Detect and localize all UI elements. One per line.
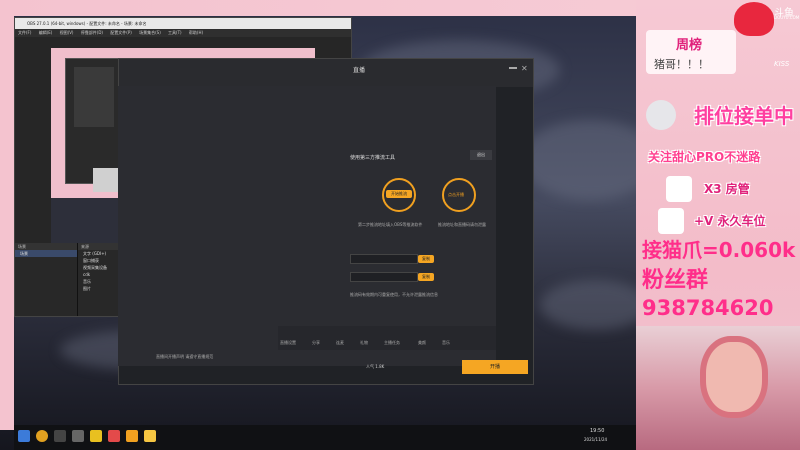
third-party-stream-panel: 使用第三方推流工具 退出 开始推流 点击开播 第二步推流地址填入OBS等推流软件…	[118, 86, 496, 366]
obs-menu-bar: 文件(F) 编辑(E) 视图(V) 停靠部件(D) 配置文件(P) 场景集合(S…	[15, 29, 351, 37]
live-statement: 直播间开播声明 请遵守直播规范	[156, 354, 214, 359]
app-icon[interactable]	[126, 430, 138, 442]
strawberry-icon	[734, 2, 774, 36]
menu-docks[interactable]: 停靠部件(D)	[81, 30, 103, 35]
app-icon[interactable]	[90, 430, 102, 442]
stream-info-panel: 斗鱼 DOUYU.COM KISS 周榜 猪哥！！！ 排位接单中 关注甜心PRO…	[636, 0, 800, 450]
gift-x3-label: X3 房管	[704, 182, 750, 196]
follow-subline: 关注甜心PRO不迷路	[648, 150, 761, 164]
push-note: 推流码有效期内可重复使用，不允许泄露推流信息	[350, 292, 438, 297]
step-two-circle: 点击开播	[442, 178, 476, 212]
scenes-dock: 场景 场景	[15, 243, 78, 316]
fans-group-label: 粉丝群	[642, 268, 709, 293]
menu-edit[interactable]: 编辑(E)	[39, 30, 53, 35]
go-live-button[interactable]: 开播	[462, 360, 528, 374]
tool-item[interactable]: 直播设置	[280, 340, 296, 346]
windows-start-icon[interactable]	[18, 430, 30, 442]
app-icon[interactable]	[144, 430, 156, 442]
scene-item[interactable]: 场景	[15, 250, 77, 257]
step-one-circle: 开始推流	[382, 178, 416, 212]
windows-taskbar: 19:50 2021/11/24	[14, 425, 636, 450]
tool-item[interactable]: 主播任务	[384, 340, 400, 346]
tool-item[interactable]: 礼物	[360, 340, 368, 346]
click-live-label: 点击开播	[448, 192, 464, 197]
step-one-desc: 第二步推流地址填入OBS等推流软件	[358, 222, 423, 227]
step-two-desc: 推流地址和直播码请勿泄露	[438, 222, 486, 227]
menu-file[interactable]: 文件(F)	[18, 30, 31, 35]
menu-view[interactable]: 视图(V)	[60, 30, 74, 35]
gift-v-label: +V 永久车位	[694, 214, 766, 228]
streamer-webcam	[636, 326, 800, 450]
browser-icon[interactable]	[36, 430, 48, 442]
rank-entry: 猪哥！！！	[654, 58, 709, 71]
start-push-button[interactable]: 开始推流	[386, 190, 412, 198]
watermark-sub: DOUYU.COM	[774, 15, 800, 20]
popularity-stat: 人气 1.8K	[366, 364, 385, 369]
menu-help[interactable]: 帮助(H)	[189, 30, 203, 35]
weekly-rank-card: 周榜 猪哥！！！	[646, 30, 736, 74]
copy-key-button[interactable]: 复制	[418, 273, 434, 281]
obs-taskbar-icon[interactable]	[72, 430, 84, 442]
stream-overlay-left	[0, 0, 14, 430]
obs-title-bar[interactable]: OBS 27.0.1 (64-bit, windows) - 配置文件: 未命名…	[15, 18, 351, 29]
live-tool-titlebar[interactable]: 直播 ✕	[119, 59, 533, 87]
tool-item[interactable]: 分享	[312, 340, 320, 346]
minimize-icon[interactable]	[509, 67, 517, 69]
menu-scene-collection[interactable]: 场景集合(S)	[139, 30, 161, 35]
clock-date: 2021/11/24	[584, 437, 608, 442]
copy-url-button[interactable]: 复制	[418, 255, 434, 263]
section-title: 使用第三方推流工具	[350, 155, 396, 161]
close-icon[interactable]: ✕	[521, 64, 528, 73]
scenes-dock-title: 场景	[15, 243, 77, 250]
fans-group-number: 938784620	[642, 296, 774, 320]
streamer-face	[700, 336, 768, 418]
cat-mascot-icon	[646, 100, 676, 130]
live-tool-title: 直播	[353, 67, 366, 74]
push-key-field[interactable]	[350, 272, 418, 282]
clock-time: 19:50	[590, 428, 605, 434]
tool-item[interactable]: 音乐	[442, 340, 450, 346]
car-gift-icon	[658, 208, 684, 234]
menu-profile[interactable]: 配置文件(P)	[110, 30, 132, 35]
exit-third-party-button[interactable]: 退出	[470, 150, 492, 160]
rocket-gift-icon	[666, 176, 692, 202]
order-banner: 排位接单中	[694, 104, 794, 128]
price-text: 接猫爪=0.060k	[642, 238, 796, 262]
push-url-field[interactable]	[350, 254, 418, 264]
live-toolbar: 直播设置 分享 连麦 礼物 主播任务 美颜 音乐	[278, 326, 496, 350]
kiss-text: KISS	[774, 60, 790, 68]
tool-item[interactable]: 美颜	[418, 340, 426, 346]
app-icon[interactable]	[54, 430, 66, 442]
menu-tools[interactable]: 工具(T)	[168, 30, 182, 35]
rank-title: 周榜	[676, 38, 703, 53]
app-icon[interactable]	[108, 430, 120, 442]
tool-item[interactable]: 连麦	[336, 340, 344, 346]
